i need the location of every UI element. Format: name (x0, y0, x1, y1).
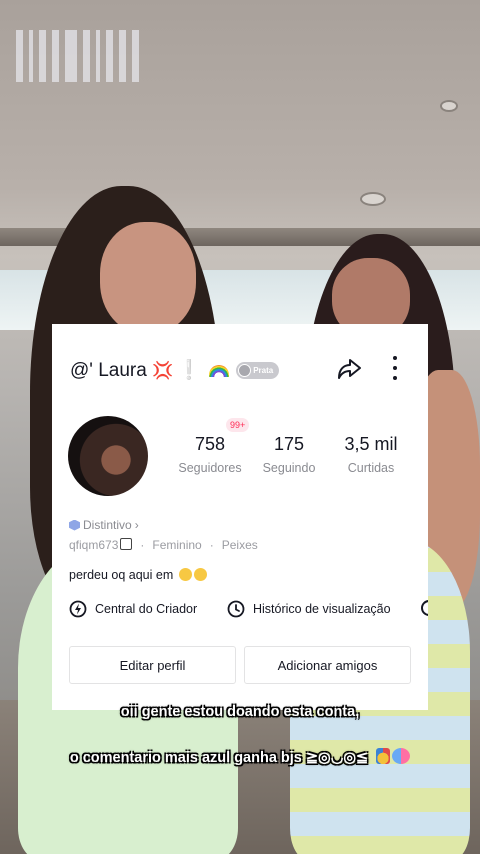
followers-label: Seguidores (178, 461, 242, 475)
profile-sign: Peixes (221, 538, 258, 552)
subtitle-line-2: o comentario mais azul ganha bjs ≧◎◡◎≦ (0, 748, 480, 766)
history-icon (227, 600, 245, 618)
level-badge[interactable]: Prata (236, 362, 280, 380)
rainbow-icon (208, 364, 229, 377)
subtitle-text-2: o comentario mais azul ganha bjs ≧◎◡◎≦ (69, 750, 369, 766)
share-button[interactable] (336, 356, 362, 382)
edit-profile-button[interactable]: Editar perfil (69, 646, 236, 684)
emoji-face-icon (178, 568, 192, 581)
bio-text: perdeu oq aqui em (69, 568, 174, 582)
shortcut-icon (421, 600, 428, 616)
person-left-face (100, 222, 196, 334)
more-icon (393, 356, 397, 360)
distintivo-label: Distintivo (83, 518, 132, 532)
badge-icon (238, 364, 252, 378)
edit-icon[interactable] (120, 538, 133, 550)
medal-icon (376, 748, 391, 764)
subtitle-line-1: oii gente estou doando esta conta, (0, 704, 480, 720)
more-options-button[interactable] (385, 354, 405, 382)
creator-center-label: Central do Criador (95, 602, 198, 616)
profile-username-row: @' Laura 💢 ❕ Prata (70, 358, 280, 382)
profile-header: @' Laura 💢 ❕ Prata (52, 324, 428, 412)
level-badge-label: Prata (253, 366, 274, 376)
stat-following[interactable]: 175 Seguindo (250, 434, 328, 475)
more-shortcut[interactable] (421, 600, 428, 616)
subtitle-text-1: oii gente estou doando esta conta, (120, 704, 360, 720)
history-label: Histórico de visualização (253, 602, 391, 616)
masks-icon (392, 748, 411, 764)
glitch-bars (16, 30, 139, 82)
anger-emoji-icon: 💢 (152, 361, 174, 380)
share-icon (338, 359, 361, 379)
stat-likes[interactable]: 3,5 mil Curtidas (330, 434, 412, 475)
exclamation-icon: ❕ (177, 360, 201, 381)
avatar[interactable] (68, 416, 148, 496)
distintivo-link[interactable]: Distintivo › (69, 518, 139, 532)
add-friends-button[interactable]: Adicionar amigos (244, 646, 411, 684)
profile-bio: perdeu oq aqui em (69, 568, 207, 582)
following-label: Seguindo (262, 461, 316, 475)
profile-card: @' Laura 💢 ❕ Prata 99+ 758 Seguidores 175… (52, 324, 428, 710)
shield-icon (69, 519, 80, 531)
creator-center-icon (69, 600, 87, 618)
profile-stats: 99+ 758 Seguidores 175 Seguindo 3,5 mil … (170, 418, 416, 484)
profile-username: @' Laura (70, 360, 147, 381)
creator-center-link[interactable]: Central do Criador (69, 600, 197, 618)
profile-handle: qfiqm673 (69, 538, 119, 552)
ceiling-light (360, 192, 386, 206)
followers-count: 758 (194, 434, 226, 454)
history-link[interactable]: Histórico de visualização (227, 600, 391, 618)
chevron-right-icon: › (134, 518, 139, 532)
profile-gender: Feminino (152, 538, 202, 552)
ceiling-light (440, 100, 458, 112)
likes-count: 3,5 mil (344, 434, 398, 454)
notification-badge: 99+ (226, 418, 250, 432)
profile-meta: qfiqm673 · Feminino · Peixes (69, 538, 258, 552)
likes-label: Curtidas (347, 461, 395, 475)
stat-followers[interactable]: 758 Seguidores (170, 434, 250, 475)
following-count: 175 (273, 434, 305, 454)
emoji-face-icon (193, 568, 207, 581)
